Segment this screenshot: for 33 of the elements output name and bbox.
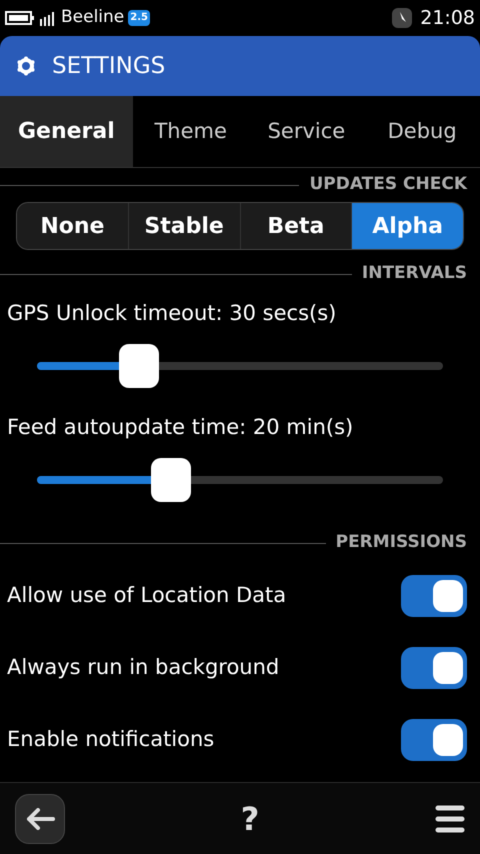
section-heading: UPDATES CHECK [309,173,467,196]
switch-label: Allow use of Location Data [7,582,286,610]
tab[interactable]: General [0,96,133,167]
carrier-name: Beeline [61,6,124,30]
tab[interactable]: Debug [364,96,480,167]
tab[interactable]: Theme [132,96,249,167]
switch-label: Always run in background [7,654,280,682]
network-badge: 2.5 [128,10,150,26]
segment-option[interactable]: Alpha [351,203,463,249]
toggle-switch[interactable] [401,719,467,761]
compass-icon [392,8,412,28]
settings-icon [16,56,36,76]
back-arrow-icon [25,808,55,830]
tab[interactable]: Service [248,96,364,167]
switch-label: Enable notifications [7,726,214,754]
screen-title: SETTINGS [52,52,166,81]
segment-option[interactable]: Stable [128,203,240,249]
battery-icon [5,10,35,26]
slider-thumb[interactable] [150,458,191,502]
section-heading: INTERVALS [362,262,467,286]
slider-thumb[interactable] [118,344,158,388]
slider-label: GPS Unlock timeout: 30 secs(s) [7,300,338,327]
segment-option[interactable]: None [17,203,128,249]
slider-label: Feed autoupdate time: 20 min(s) [7,414,354,441]
section-heading: PERMISSIONS [336,531,467,554]
signal-icon [39,10,57,26]
menu-icon[interactable] [435,804,465,832]
toggle-switch[interactable] [401,647,467,689]
toggle-switch[interactable] [401,575,467,617]
help-button[interactable]: ? [225,794,275,842]
segment-option[interactable]: Beta [240,203,352,249]
clock: 21:08 [420,6,475,31]
back-button[interactable] [15,794,65,844]
